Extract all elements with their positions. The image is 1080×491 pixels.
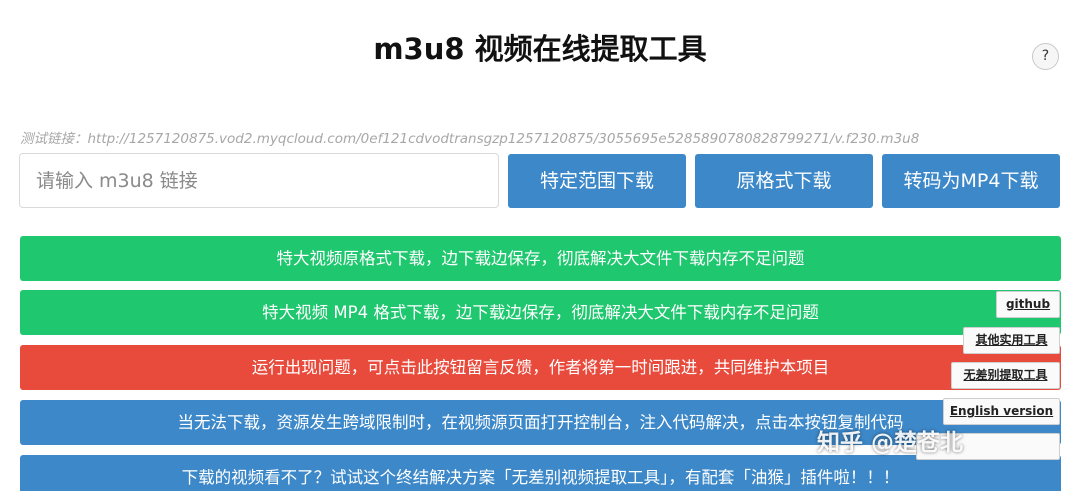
stream-mp4-download-button[interactable]: 特大视频 MP4 格式下载，边下载边保存，彻底解决大文件下载内存不足问题 (20, 290, 1061, 335)
english-version-link[interactable]: English version (943, 398, 1060, 425)
page-title: m3u8 视频在线提取工具 (373, 32, 707, 66)
range-download-button[interactable]: 特定范围下载 (508, 154, 686, 208)
example-link-text: 测试链接：http://1257120875.vod2.myqcloud.com… (20, 131, 920, 147)
help-icon[interactable]: ? (1032, 43, 1059, 70)
feedback-button[interactable]: 运行出现问题，可点击此按钮留言反馈，作者将第一时间跟进，共同维护本项目 (20, 345, 1061, 390)
no-diff-extract-link[interactable]: 无差别提取工具 (951, 362, 1060, 389)
other-tools-link[interactable]: 其他实用工具 (963, 327, 1060, 354)
original-download-button[interactable]: 原格式下载 (695, 154, 873, 208)
stream-original-download-button[interactable]: 特大视频原格式下载，边下载边保存，彻底解决大文件下载内存不足问题 (20, 236, 1061, 281)
mp4-download-button[interactable]: 转码为MP4下载 (882, 154, 1060, 208)
github-link[interactable]: github (996, 291, 1060, 318)
no-diff-tool-promo-button[interactable]: 下载的视频看不了？试试这个终结解决方案「无差别视频提取工具」，有配套「油猴」插件… (20, 455, 1061, 491)
m3u8-url-input[interactable] (19, 153, 499, 208)
watermark: 知乎 @楚苍北 (817, 430, 964, 456)
